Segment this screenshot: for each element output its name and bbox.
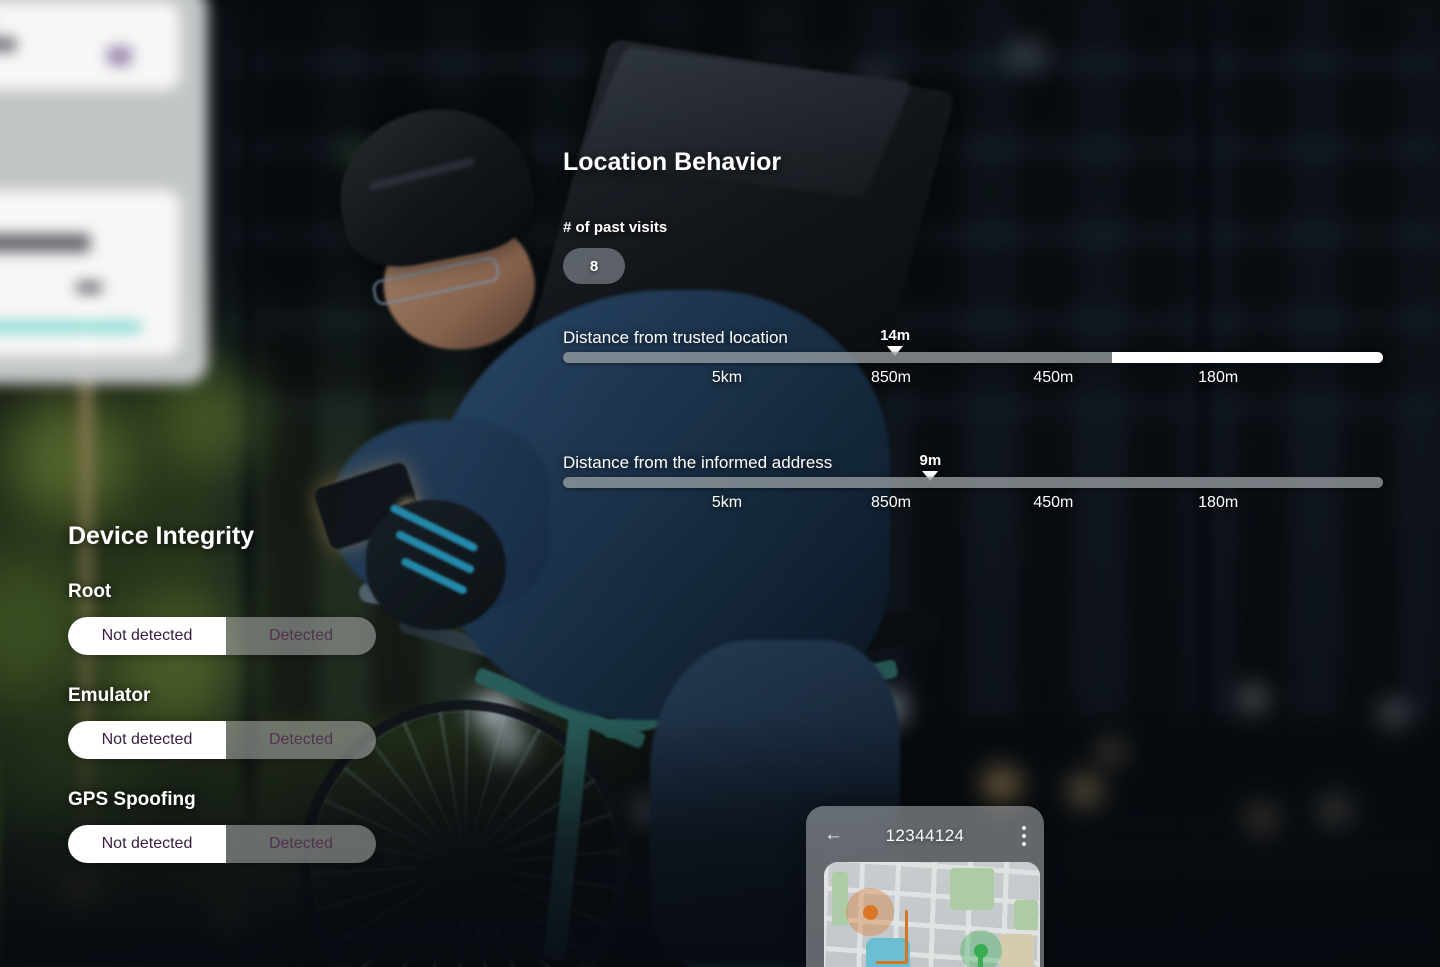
location-behavior-panel: Location Behavior # of past visits 8	[563, 148, 1393, 284]
device-integrity-row-emulator: Emulator Not detected Detected	[68, 685, 488, 759]
gps-spoofing-toggle[interactable]: Not detected Detected	[68, 825, 376, 863]
slider-fill	[1112, 352, 1383, 363]
map-park	[1014, 900, 1038, 930]
root-option-detected[interactable]: Detected	[226, 617, 376, 655]
gps-spoofing-option-not-detected[interactable]: Not detected	[68, 825, 226, 863]
root-option-not-detected[interactable]: Not detected	[68, 617, 226, 655]
row-label: Emulator	[68, 685, 151, 706]
phone-card-order-row	[0, 190, 180, 356]
root-toggle[interactable]: Not detected Detected	[68, 617, 376, 655]
phone-card-contact-row: ☎	[0, 2, 180, 90]
location-behavior-title: Location Behavior	[563, 148, 782, 176]
phone-icon: ☎	[104, 43, 136, 71]
slider-tick-labels: 5km 850m 450m 180m	[711, 494, 1239, 511]
more-vertical-icon[interactable]	[1022, 826, 1026, 850]
row-label: Root	[68, 581, 112, 602]
emulator-toggle[interactable]: Not detected Detected	[68, 721, 376, 759]
slider-track[interactable]	[563, 352, 1383, 363]
past-visits-badge: 8	[563, 248, 625, 284]
map-card-header: ← 12344124	[806, 806, 1044, 862]
slider-label: Distance from trusted location	[563, 328, 788, 347]
device-integrity-title: Device Integrity	[68, 522, 255, 550]
map-landuse	[1000, 934, 1034, 967]
past-visits-label: # of past visits	[563, 219, 668, 236]
order-number: 12344124	[885, 826, 965, 845]
device-integrity-row-root: Root Not detected Detected	[68, 581, 488, 655]
emulator-option-not-detected[interactable]: Not detected	[68, 721, 226, 759]
delivery-map-card[interactable]: ← 12344124	[806, 806, 1044, 967]
blurred-phone-card: ☎	[0, 0, 208, 384]
map-view[interactable]	[824, 862, 1040, 967]
slider-label: Distance from the informed address	[563, 453, 833, 472]
map-destination-marker[interactable]	[960, 930, 1002, 967]
map-origin-marker[interactable]	[846, 888, 894, 936]
slider-tick-labels: 5km 850m 450m 180m	[711, 369, 1239, 386]
device-integrity-row-gps-spoofing: GPS Spoofing Not detected Detected	[68, 789, 488, 863]
map-park	[832, 872, 848, 926]
gps-spoofing-option-detected[interactable]: Detected	[226, 825, 376, 863]
slider-track[interactable]	[563, 477, 1383, 488]
emulator-option-detected[interactable]: Detected	[226, 721, 376, 759]
map-park	[950, 868, 994, 910]
slider-distance-informed-address: Distance from the informed address 9m 5k…	[563, 433, 1383, 520]
device-integrity-panel: Device Integrity Root Not detected Detec…	[68, 522, 488, 863]
row-label: GPS Spoofing	[68, 789, 196, 810]
slider-distance-trusted-location: Distance from trusted location 14m 5km 8…	[563, 308, 1383, 395]
